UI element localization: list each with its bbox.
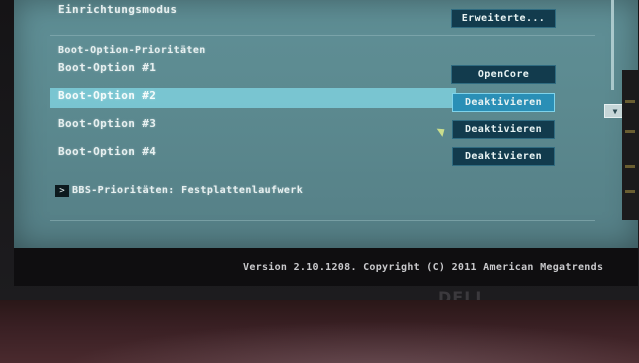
divider-top <box>50 35 595 36</box>
boot-option-4-label[interactable]: Boot-Option #4 <box>58 145 156 158</box>
boot-option-3-button[interactable]: Deaktivieren <box>452 120 555 139</box>
photo-frame: Einrichtungsmodus Erweiterte... Boot-Opt… <box>0 0 639 363</box>
side-panel-edge <box>622 70 639 220</box>
desk-reflection <box>0 312 639 363</box>
advanced-mode-button[interactable]: Erweiterte... <box>451 9 556 28</box>
boot-option-1-button[interactable]: OpenCore <box>451 65 556 84</box>
mode-label: Einrichtungsmodus <box>58 3 178 16</box>
version-copyright-text: Version 2.10.1208. Copyright (C) 2011 Am… <box>243 262 604 273</box>
bios-screen: Einrichtungsmodus Erweiterte... Boot-Opt… <box>14 0 638 248</box>
section-title: Boot-Option-Prioritäten <box>58 45 206 56</box>
boot-option-2-label[interactable]: Boot-Option #2 <box>58 89 156 102</box>
boot-option-1-label[interactable]: Boot-Option #1 <box>58 61 156 74</box>
submenu-chevron-icon: > <box>55 185 69 197</box>
bbs-priorities-submenu[interactable]: BBS-Prioritäten: Festplattenlaufwerk <box>72 185 303 196</box>
boot-option-4-button[interactable]: Deaktivieren <box>452 147 555 166</box>
scrollbar-track[interactable] <box>611 0 614 90</box>
boot-option-2-button[interactable]: Deaktivieren <box>452 93 555 112</box>
mouse-cursor-icon <box>436 125 448 137</box>
boot-option-3-label[interactable]: Boot-Option #3 <box>58 117 156 130</box>
divider-bottom <box>50 220 595 221</box>
